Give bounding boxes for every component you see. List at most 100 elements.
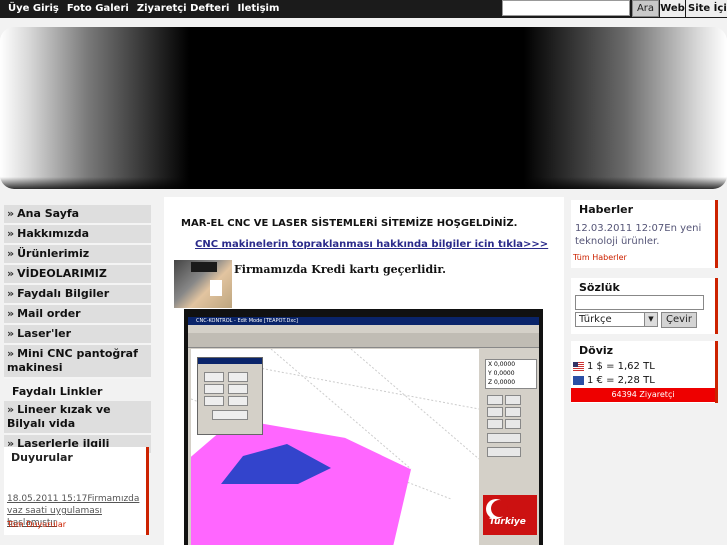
jog-button — [204, 396, 224, 406]
panel-button — [487, 395, 503, 405]
arrow-icon: » — [7, 247, 15, 260]
left-nav: » Ana Sayfa » Hakkımızda » Ürünlerimiz » VİD… — [4, 205, 151, 455]
main-content: MAR-EL CNC VE LASER SİSTEMLERİ SİTEMİZE … — [164, 197, 564, 545]
sidebar-item-label: Ürünlerimiz — [17, 247, 90, 260]
arrow-icon: » — [7, 403, 15, 416]
credit-card-text: Firmamızda Kredi kartı geçerlidir. — [234, 263, 446, 276]
arrow-icon: » — [7, 327, 15, 340]
coord-y: Y 0,0000 — [488, 370, 515, 377]
translate-button[interactable]: Çevir — [661, 312, 697, 328]
link-lineer-kizak[interactable]: » Lineer kızak ve Bilyalı vida — [4, 401, 151, 435]
cnc-menu-bar — [188, 325, 539, 333]
sidebar-item-label: Mail order — [17, 307, 81, 320]
language-select-value: Türkçe — [579, 314, 612, 325]
search-site-option[interactable]: Site İçi — [686, 0, 727, 17]
news-title: Haberler — [579, 203, 634, 216]
sidebar-item-label: Ana Sayfa — [17, 207, 80, 220]
panel-button — [487, 447, 521, 457]
cnc-window-title: CNC-KONTROL - Edit Mode [TEAPOT.Dxc] — [188, 317, 539, 325]
usd-rate: 1 $ = 1,62 TL — [587, 361, 655, 372]
cnc-canvas — [191, 349, 479, 545]
jog-button — [228, 396, 248, 406]
sidebar-item-label: Faydalı Bilgiler — [17, 287, 110, 300]
sidebar-item-ana-sayfa[interactable]: » Ana Sayfa — [4, 205, 151, 225]
news-box: Haberler 12.03.2011 12:07En yeni teknolo… — [571, 200, 718, 268]
top-bar: Üye Giriş Foto Galeri Ziyaretçi Defteri … — [0, 0, 727, 18]
cnc-app-window: CNC-KONTROL - Edit Mode [TEAPOT.Dxc] X 0… — [188, 317, 539, 545]
coord-x: X 0,0000 — [488, 361, 516, 368]
links-section-title: Faydalı Linkler — [12, 385, 103, 398]
cnc-turkiye-logo: Türkiye — [483, 495, 537, 535]
panel-button — [487, 433, 521, 443]
nav-uye-giris[interactable]: Üye Giriş — [4, 2, 63, 16]
sidebar-item-hakkimizda[interactable]: » Hakkımızda — [4, 225, 151, 245]
arrow-icon: » — [7, 267, 15, 280]
jog-button — [204, 384, 224, 394]
sidebar-item-faydali-bilgiler[interactable]: » Faydalı Bilgiler — [4, 285, 151, 305]
panel-button — [505, 419, 521, 429]
currency-box: Döviz 1 $ = 1,62 TL 1 € = 2,28 TL 64394 … — [571, 341, 718, 403]
cnc-toolbar — [188, 333, 539, 348]
sidebar-item-videolarimiz[interactable]: » VİDEOLARIMIZ — [4, 265, 151, 285]
all-announcements-link[interactable]: Tüm Duyurular — [7, 520, 66, 529]
crescent-cutout — [491, 500, 508, 517]
arrow-icon: » — [7, 307, 15, 320]
cnc-jog-dialog — [197, 357, 263, 435]
cnc-software-screenshot: CNC-KONTROL - Edit Mode [TEAPOT.Dxc] X 0… — [184, 309, 543, 545]
visitor-counter: 64394 Ziyaretçi — [571, 388, 715, 402]
arrow-icon: » — [7, 207, 15, 220]
welcome-heading: MAR-EL CNC VE LASER SİSTEMLERİ SİTEMİZE … — [181, 218, 518, 229]
arrow-icon: » — [7, 347, 15, 360]
cnc-right-panel: X 0,0000 Y 0,0000 Z 0,0000 Türkiye — [483, 349, 537, 545]
currency-usd-row: 1 $ = 1,62 TL — [573, 360, 655, 373]
panel-button — [487, 419, 503, 429]
all-news-link[interactable]: Tüm Haberler — [573, 253, 627, 262]
search-input[interactable] — [502, 0, 630, 16]
top-nav: Üye Giriş Foto Galeri Ziyaretçi Defteri … — [4, 2, 283, 16]
currency-eur-row: 1 € = 2,28 TL — [573, 374, 655, 387]
nav-iletisim[interactable]: Iletişim — [233, 2, 283, 16]
jog-button — [228, 372, 248, 382]
announcements-box: Duyurular 18.05.2011 15:17Firmamızda vaz… — [4, 447, 149, 535]
currency-title: Döviz — [579, 344, 614, 357]
panel-button — [505, 395, 521, 405]
panel-button — [487, 407, 503, 417]
arrow-icon: » — [7, 227, 15, 240]
eur-rate: 1 € = 2,28 TL — [587, 375, 655, 386]
nav-foto-galeri[interactable]: Foto Galeri — [63, 2, 133, 16]
jog-button — [228, 384, 248, 394]
language-select[interactable]: Türkçe ▼ — [575, 312, 658, 327]
search-web-option[interactable]: Web — [660, 0, 685, 17]
logo-text: Türkiye — [489, 517, 526, 527]
jog-button — [212, 410, 248, 420]
panel-button — [505, 407, 521, 417]
receipt-paper — [210, 280, 222, 296]
search-button[interactable]: Ara — [632, 0, 659, 17]
dictionary-input[interactable] — [575, 295, 704, 310]
sidebar-item-label: Mini CNC pantoğraf makinesi — [7, 347, 138, 374]
coord-z: Z 0,0000 — [488, 379, 516, 386]
link-label: Lineer kızak ve Bilyalı vida — [7, 403, 111, 430]
eu-flag-icon — [573, 375, 584, 385]
coordinate-readout: X 0,0000 Y 0,0000 Z 0,0000 — [485, 359, 537, 389]
news-item[interactable]: 12.03.2011 12:07En yeni teknoloji ürünle… — [575, 222, 711, 248]
header-banner — [0, 27, 727, 189]
chevron-down-icon: ▼ — [644, 313, 657, 326]
cnc-grounding-link[interactable]: CNC makinelerin topraklanması hakkında b… — [195, 239, 548, 250]
us-flag-icon — [573, 361, 584, 371]
sidebar-item-urunlerimiz[interactable]: » Ürünlerimiz — [4, 245, 151, 265]
announcements-title: Duyurular — [11, 451, 73, 464]
arrow-icon: » — [7, 287, 15, 300]
sidebar-item-mail-order[interactable]: » Mail order — [4, 305, 151, 325]
dialog-titlebar — [198, 358, 262, 364]
sidebar-item-lasers[interactable]: » Laser'ler — [4, 325, 151, 345]
jog-button — [204, 372, 224, 382]
credit-card-terminal-image — [174, 260, 232, 308]
sidebar-item-label: VİDEOLARIMIZ — [17, 267, 107, 280]
sidebar-item-label: Hakkımızda — [17, 227, 90, 240]
dictionary-box: Sözlük Türkçe ▼ Çevir — [571, 278, 718, 334]
sidebar-item-mini-cnc[interactable]: » Mini CNC pantoğraf makinesi — [4, 345, 151, 379]
terminal-screen — [191, 262, 217, 272]
sidebar-item-label: Laser'ler — [17, 327, 71, 340]
nav-ziyaretci-defteri[interactable]: Ziyaretçi Defteri — [133, 2, 234, 16]
